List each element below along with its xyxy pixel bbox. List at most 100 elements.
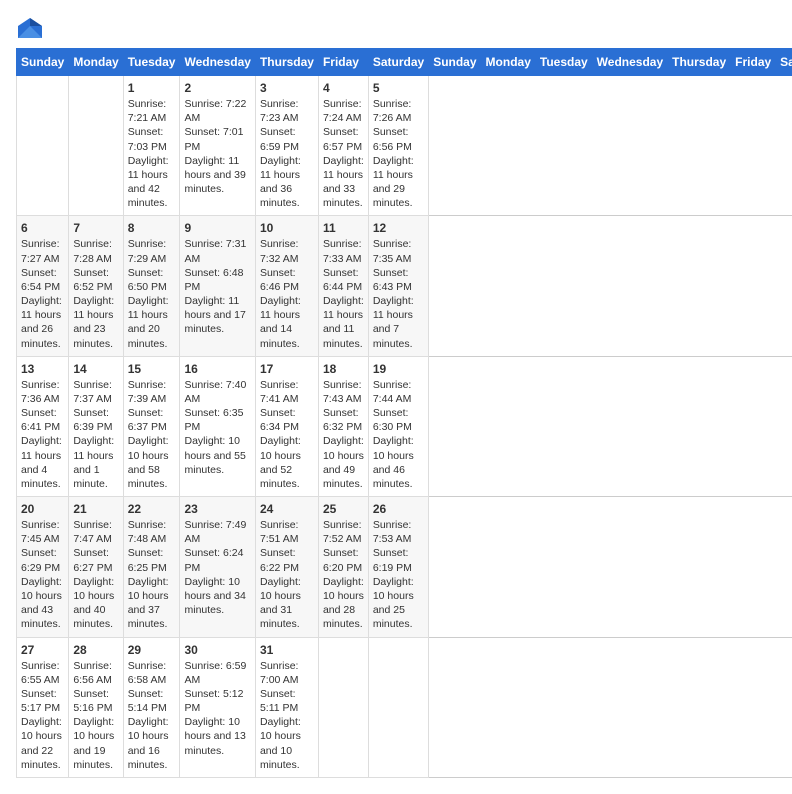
- day-number: 21: [73, 502, 118, 516]
- day-of-week-header: Monday: [69, 49, 123, 76]
- cell-details: Sunrise: 7:00 AMSunset: 5:11 PMDaylight:…: [260, 659, 314, 772]
- day-of-week-header: Monday: [481, 49, 535, 76]
- calendar-cell: 8 Sunrise: 7:29 AMSunset: 6:50 PMDaylight…: [123, 216, 180, 356]
- calendar-cell: 7 Sunrise: 7:28 AMSunset: 6:52 PMDaylight…: [69, 216, 123, 356]
- calendar-cell: 23 Sunrise: 7:49 AMSunset: 6:24 PMDayligh…: [180, 497, 255, 637]
- calendar-week-row: 13 Sunrise: 7:36 AMSunset: 6:41 PMDayligh…: [17, 356, 792, 496]
- cell-details: Sunrise: 7:45 AMSunset: 6:29 PMDaylight:…: [21, 518, 64, 631]
- calendar-cell: 17 Sunrise: 7:41 AMSunset: 6:34 PMDayligh…: [255, 356, 318, 496]
- calendar-cell: 28 Sunrise: 6:56 AMSunset: 5:16 PMDayligh…: [69, 637, 123, 777]
- cell-details: Sunrise: 7:29 AMSunset: 6:50 PMDaylight:…: [128, 237, 176, 350]
- cell-details: Sunrise: 7:53 AMSunset: 6:19 PMDaylight:…: [373, 518, 424, 631]
- day-number: 6: [21, 221, 64, 235]
- cell-details: Sunrise: 7:33 AMSunset: 6:44 PMDaylight:…: [323, 237, 364, 350]
- cell-details: Sunrise: 6:58 AMSunset: 5:14 PMDaylight:…: [128, 659, 176, 772]
- day-number: 9: [184, 221, 250, 235]
- cell-details: Sunrise: 6:56 AMSunset: 5:16 PMDaylight:…: [73, 659, 118, 772]
- cell-details: Sunrise: 7:51 AMSunset: 6:22 PMDaylight:…: [260, 518, 314, 631]
- day-of-week-header: Wednesday: [592, 49, 667, 76]
- day-number: 3: [260, 81, 314, 95]
- day-of-week-header: Friday: [731, 49, 776, 76]
- cell-details: Sunrise: 7:28 AMSunset: 6:52 PMDaylight:…: [73, 237, 118, 350]
- calendar-cell: 27 Sunrise: 6:55 AMSunset: 5:17 PMDayligh…: [17, 637, 69, 777]
- calendar-cell: 25Sunrise: 7:52 AMSunset: 6:20 PMDayligh…: [318, 497, 368, 637]
- day-of-week-header: Saturday: [368, 49, 428, 76]
- calendar-cell: 12Sunrise: 7:35 AMSunset: 6:43 PMDayligh…: [368, 216, 428, 356]
- day-number: 11: [323, 221, 364, 235]
- day-number: 22: [128, 502, 176, 516]
- cell-details: Sunrise: 7:35 AMSunset: 6:43 PMDaylight:…: [373, 237, 424, 350]
- day-number: 18: [323, 362, 364, 376]
- cell-details: Sunrise: 7:39 AMSunset: 6:37 PMDaylight:…: [128, 378, 176, 491]
- day-number: 15: [128, 362, 176, 376]
- day-number: 28: [73, 643, 118, 657]
- calendar-cell: 6 Sunrise: 7:27 AMSunset: 6:54 PMDaylight…: [17, 216, 69, 356]
- day-number: 19: [373, 362, 424, 376]
- calendar-cell: 13 Sunrise: 7:36 AMSunset: 6:41 PMDayligh…: [17, 356, 69, 496]
- day-number: 8: [128, 221, 176, 235]
- day-number: 25: [323, 502, 364, 516]
- cell-details: Sunrise: 7:21 AMSunset: 7:03 PMDaylight:…: [128, 97, 176, 210]
- page-header: [16, 16, 776, 40]
- cell-details: Sunrise: 7:27 AMSunset: 6:54 PMDaylight:…: [21, 237, 64, 350]
- calendar-cell: 4 Sunrise: 7:24 AMSunset: 6:57 PMDaylight…: [318, 76, 368, 216]
- cell-details: Sunrise: 7:32 AMSunset: 6:46 PMDaylight:…: [260, 237, 314, 350]
- cell-details: Sunrise: 7:44 AMSunset: 6:30 PMDaylight:…: [373, 378, 424, 491]
- day-number: 13: [21, 362, 64, 376]
- calendar-table: SundayMondayTuesdayWednesdayThursdayFrid…: [16, 48, 792, 778]
- calendar-week-row: 27 Sunrise: 6:55 AMSunset: 5:17 PMDayligh…: [17, 637, 792, 777]
- day-number: 20: [21, 502, 64, 516]
- cell-details: Sunrise: 7:24 AMSunset: 6:57 PMDaylight:…: [323, 97, 364, 210]
- calendar-cell: 24 Sunrise: 7:51 AMSunset: 6:22 PMDayligh…: [255, 497, 318, 637]
- day-number: 5: [373, 81, 424, 95]
- day-number: 14: [73, 362, 118, 376]
- logo-icon: [16, 16, 44, 40]
- day-of-week-header: Sunday: [429, 49, 481, 76]
- cell-details: Sunrise: 7:43 AMSunset: 6:32 PMDaylight:…: [323, 378, 364, 491]
- calendar-cell: 14 Sunrise: 7:37 AMSunset: 6:39 PMDayligh…: [69, 356, 123, 496]
- day-number: 31: [260, 643, 314, 657]
- cell-details: Sunrise: 6:55 AMSunset: 5:17 PMDaylight:…: [21, 659, 64, 772]
- calendar-cell: 30Sunrise: 6:59 AMSunset: 5:12 PMDayligh…: [180, 637, 255, 777]
- calendar-cell: 29Sunrise: 6:58 AMSunset: 5:14 PMDayligh…: [123, 637, 180, 777]
- calendar-header-row: SundayMondayTuesdayWednesdayThursdayFrid…: [17, 49, 792, 76]
- calendar-week-row: 6 Sunrise: 7:27 AMSunset: 6:54 PMDaylight…: [17, 216, 792, 356]
- day-number: 23: [184, 502, 250, 516]
- calendar-cell: 20 Sunrise: 7:45 AMSunset: 6:29 PMDayligh…: [17, 497, 69, 637]
- day-number: 17: [260, 362, 314, 376]
- calendar-cell: 22 Sunrise: 7:48 AMSunset: 6:25 PMDayligh…: [123, 497, 180, 637]
- calendar-cell: 15 Sunrise: 7:39 AMSunset: 6:37 PMDayligh…: [123, 356, 180, 496]
- calendar-week-row: 1Sunrise: 7:21 AMSunset: 7:03 PMDaylight…: [17, 76, 792, 216]
- calendar-cell: 31 Sunrise: 7:00 AMSunset: 5:11 PMDayligh…: [255, 637, 318, 777]
- day-of-week-header: Friday: [318, 49, 368, 76]
- calendar-cell: [17, 76, 69, 216]
- cell-details: Sunrise: 7:40 AMSunset: 6:35 PMDaylight:…: [184, 378, 250, 477]
- cell-details: Sunrise: 7:22 AMSunset: 7:01 PMDaylight:…: [184, 97, 250, 196]
- cell-details: Sunrise: 7:48 AMSunset: 6:25 PMDaylight:…: [128, 518, 176, 631]
- calendar-cell: 26 Sunrise: 7:53 AMSunset: 6:19 PMDayligh…: [368, 497, 428, 637]
- cell-details: Sunrise: 7:36 AMSunset: 6:41 PMDaylight:…: [21, 378, 64, 491]
- cell-details: Sunrise: 7:41 AMSunset: 6:34 PMDaylight:…: [260, 378, 314, 491]
- day-number: 7: [73, 221, 118, 235]
- day-of-week-header: Thursday: [255, 49, 318, 76]
- day-number: 16: [184, 362, 250, 376]
- cell-details: Sunrise: 7:23 AMSunset: 6:59 PMDaylight:…: [260, 97, 314, 210]
- calendar-cell: 3 Sunrise: 7:23 AMSunset: 6:59 PMDaylight…: [255, 76, 318, 216]
- day-number: 4: [323, 81, 364, 95]
- day-of-week-header: Sunday: [17, 49, 69, 76]
- day-number: 24: [260, 502, 314, 516]
- cell-details: Sunrise: 7:26 AMSunset: 6:56 PMDaylight:…: [373, 97, 424, 210]
- calendar-cell: [69, 76, 123, 216]
- day-number: 27: [21, 643, 64, 657]
- day-of-week-header: Wednesday: [180, 49, 255, 76]
- calendar-cell: 10Sunrise: 7:32 AMSunset: 6:46 PMDayligh…: [255, 216, 318, 356]
- cell-details: Sunrise: 7:37 AMSunset: 6:39 PMDaylight:…: [73, 378, 118, 491]
- calendar-cell: [318, 637, 368, 777]
- cell-details: Sunrise: 7:49 AMSunset: 6:24 PMDaylight:…: [184, 518, 250, 617]
- cell-details: Sunrise: 7:31 AMSunset: 6:48 PMDaylight:…: [184, 237, 250, 336]
- calendar-cell: 19 Sunrise: 7:44 AMSunset: 6:30 PMDayligh…: [368, 356, 428, 496]
- cell-details: Sunrise: 7:47 AMSunset: 6:27 PMDaylight:…: [73, 518, 118, 631]
- day-number: 26: [373, 502, 424, 516]
- calendar-cell: 11 Sunrise: 7:33 AMSunset: 6:44 PMDayligh…: [318, 216, 368, 356]
- day-of-week-header: Thursday: [668, 49, 731, 76]
